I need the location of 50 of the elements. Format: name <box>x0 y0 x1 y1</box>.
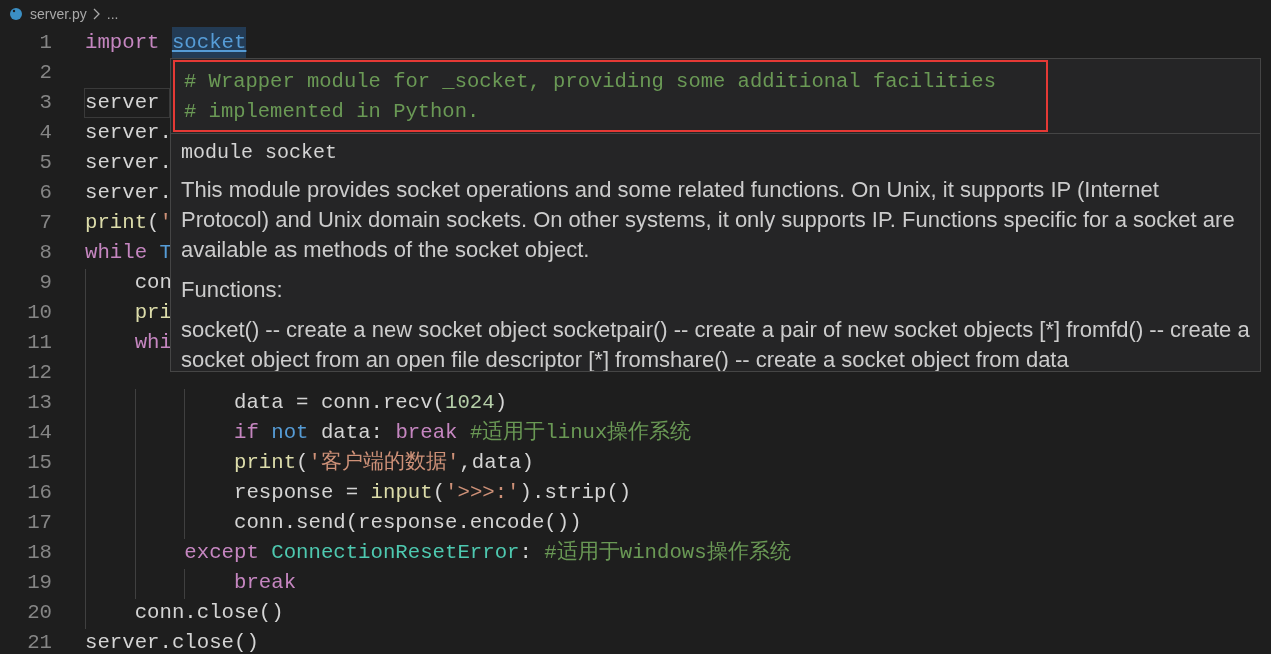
code-line: response = input('>>>:').strip() <box>232 480 632 507</box>
line-number: 1 <box>38 30 52 57</box>
python-file-icon <box>8 6 24 22</box>
chevron-right-icon <box>92 8 101 20</box>
doc-paragraph: socket() -- create a new socket object socketpair() -- create a pair of new socket objects [*] fromfd() -- create a socket object from an open file descriptor [*] fromshare() -- create a socket object from data <box>181 316 1250 371</box>
breadcrumb-item[interactable]: ... <box>106 3 119 25</box>
code-line: break <box>232 570 297 597</box>
code-line: if not data: break #适用于linux操作系统 <box>232 419 692 447</box>
code-line: except ConnectionResetError: #适用于windows操作系统 <box>183 539 791 567</box>
line-number: 12 <box>26 360 52 387</box>
code-line: conn.close() <box>133 600 284 627</box>
line-number: 11 <box>26 330 52 357</box>
line-number: 14 <box>26 420 52 447</box>
doc-paragraph: This module provides socket operations and some related functions. On Unix, it supports IP (Internet Protocol) and Unix domain sockets. On other systems, it only supports IP. Functions specific for a socket are available as methods of the socket object. <box>181 176 1236 264</box>
code-line: import socket <box>85 29 247 57</box>
code-line: print(' <box>85 210 172 237</box>
line-number: 21 <box>26 630 52 654</box>
line-number: 18 <box>26 540 52 567</box>
section-heading: Functions: <box>181 276 284 304</box>
line-number: 8 <box>38 240 52 267</box>
line-number: 16 <box>26 480 52 507</box>
code-line: con <box>133 270 172 297</box>
line-number: 20 <box>26 600 52 627</box>
code-line: while T <box>85 240 172 267</box>
code-line: server <box>85 90 161 117</box>
line-number: 4 <box>38 120 52 147</box>
code-line: print('客户端的数据',data) <box>232 449 534 477</box>
line-number: 15 <box>26 450 52 477</box>
line-number: 5 <box>38 150 52 177</box>
code-line: server.close() <box>85 630 259 654</box>
line-number: 9 <box>38 270 52 297</box>
line-number: 10 <box>26 300 52 327</box>
line-number: 7 <box>38 210 52 237</box>
line-number: 2 <box>38 60 52 87</box>
code-line: whi <box>133 330 172 357</box>
line-number: 3 <box>38 90 52 117</box>
line-number: 6 <box>38 180 52 207</box>
signature-text: module socket <box>181 140 338 166</box>
line-number: 17 <box>26 510 52 537</box>
line-number: 13 <box>26 390 52 417</box>
code-comment: # Wrapper module for _socket, providing some additional facilities <box>184 69 996 95</box>
breadcrumb-item[interactable]: server.py <box>30 3 87 25</box>
code-line: conn.send(response.encode()) <box>232 510 582 537</box>
code-line: server. <box>85 120 172 147</box>
code-line: pri <box>133 300 172 327</box>
code-line: server. <box>85 180 172 207</box>
code-comment: # implemented in Python. <box>184 99 480 125</box>
code-line: server. <box>85 150 172 177</box>
line-number: 19 <box>26 570 52 597</box>
code-line: data = conn.recv(1024) <box>232 390 508 417</box>
